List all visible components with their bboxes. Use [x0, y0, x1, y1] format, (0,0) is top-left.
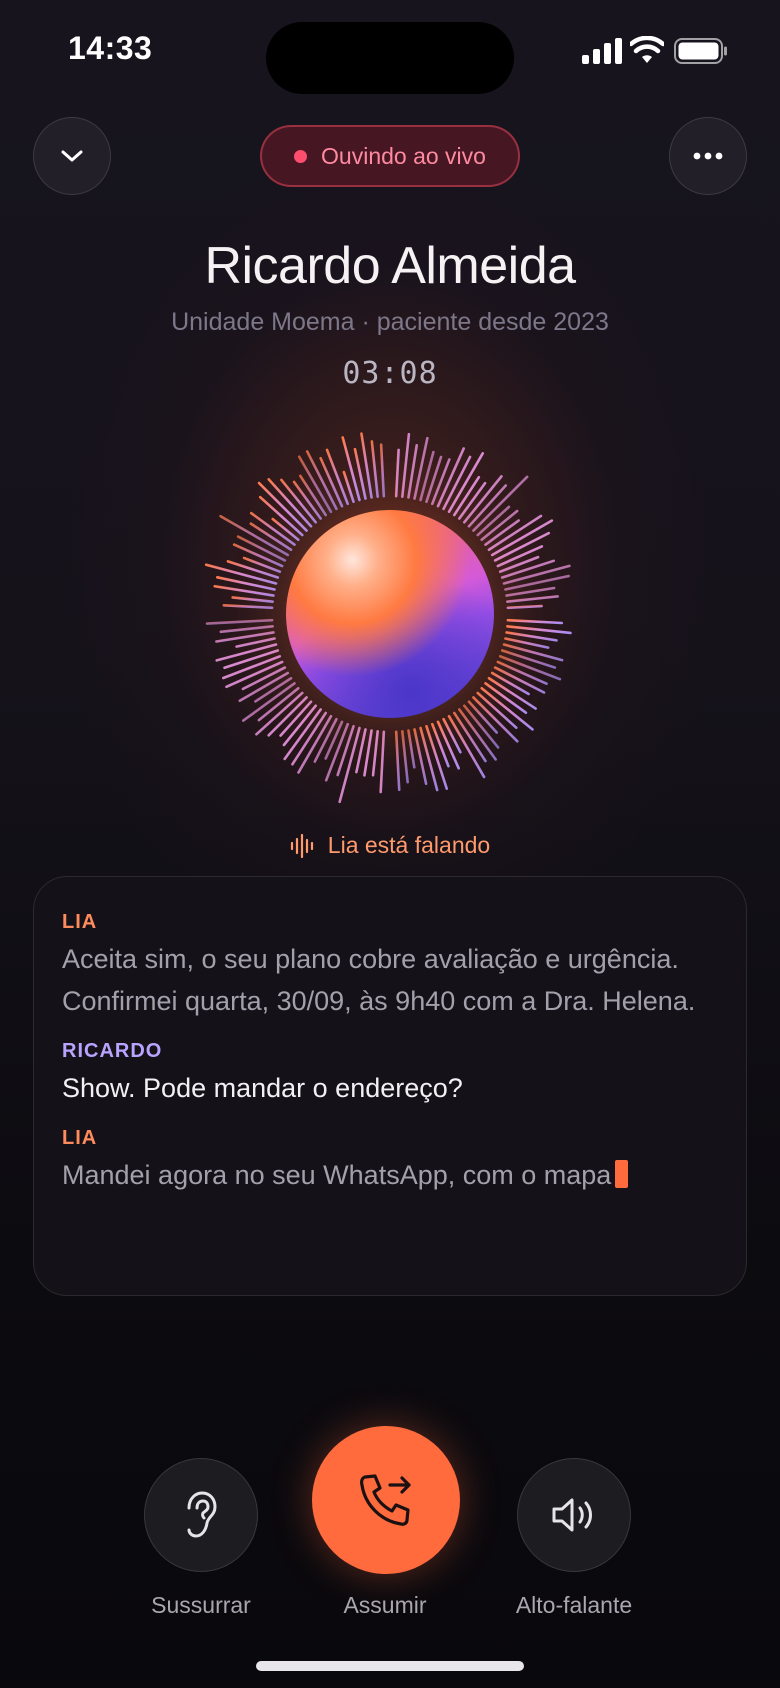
status-time: 14:33 [68, 30, 153, 66]
waveform-bar [506, 618, 564, 625]
waveform-bar [219, 625, 274, 634]
wifi-icon [630, 36, 664, 63]
transcript-message: Show. Pode mandar o endereço? [62, 1073, 463, 1103]
speaker-icon [552, 1498, 592, 1532]
waveform-bar [447, 452, 485, 514]
caller-name: Ricardo Almeida [204, 237, 576, 295]
waveform-bar [401, 730, 409, 784]
speaker-label: Alto-falante [515, 1592, 633, 1618]
waveform-bar [324, 720, 344, 760]
waveform-bar [506, 604, 543, 610]
waveform-bar [394, 448, 400, 498]
speaker-button[interactable] [517, 1458, 631, 1572]
speaking-label: Lia está falando [327, 832, 491, 858]
waveform-bar [283, 708, 322, 761]
waveform-bar [407, 729, 416, 769]
waveform-bar [506, 625, 572, 635]
waveform-bar [394, 730, 401, 792]
live-label: Ouvindo ao vivo [321, 142, 486, 169]
waveform-bar [379, 730, 386, 794]
waveform-bar [442, 717, 462, 754]
waveform-bar [502, 643, 564, 662]
phone-transfer-icon [360, 1474, 411, 1526]
more-options-button[interactable] [669, 117, 747, 195]
live-indicator-dot [294, 149, 308, 163]
waveform-bar [487, 514, 543, 552]
waveform-bar [430, 722, 450, 768]
battery-icon [674, 38, 727, 64]
takeover-button[interactable] [312, 1426, 460, 1574]
whisper-label: Sussurrar [151, 1592, 251, 1618]
home-indicator [256, 1661, 524, 1671]
waveform-bar [467, 484, 508, 528]
waveform-bar [379, 443, 386, 498]
waveform-bar [462, 475, 503, 524]
waveform-bar [255, 691, 304, 736]
caller-subtitle: Unidade Moema · paciente desde 2023 [171, 308, 609, 336]
waveform-bar [498, 555, 540, 574]
waveform-bar [504, 574, 571, 591]
voice-orb [286, 510, 494, 718]
waveform-bar [490, 519, 554, 557]
signal-icon [582, 38, 622, 64]
waveform-bar [267, 478, 313, 528]
minimize-button[interactable] [33, 117, 111, 195]
speaker-label: LIA [62, 1127, 98, 1149]
whisper-button[interactable] [144, 1458, 258, 1572]
waveform-bar [370, 440, 379, 498]
transcript-card: LIA Aceita sim, o seu plano cobre avalia… [33, 876, 747, 1296]
waveform-bar [425, 455, 443, 504]
waveform-bar [215, 643, 278, 662]
chevron-down-icon [61, 150, 83, 162]
audio-wave-icon [290, 833, 313, 858]
waveform-bar [458, 708, 497, 761]
waveform-bar [258, 495, 304, 537]
speaker-label: LIA [62, 911, 98, 933]
waveform-bar [336, 724, 355, 777]
waveform-bar [363, 729, 373, 777]
speaking-indicator: Lia está falando [0, 832, 780, 859]
waveform-bar [297, 714, 333, 774]
call-timer: 03:08 [342, 356, 438, 391]
waveform-bar [231, 596, 274, 603]
waveform-bar [222, 603, 274, 610]
waveform-bar [472, 475, 529, 532]
waveform-bar [472, 696, 519, 743]
takeover-label: Assumir [343, 1592, 427, 1618]
waveform-bar [401, 432, 411, 498]
live-status-pill: Ouvindo ao vivo [260, 125, 520, 187]
waveform-bar [205, 618, 274, 625]
transcript-message: Aceita sim, o seu plano cobre avaliação … [62, 944, 696, 1016]
typing-cursor [615, 1160, 629, 1188]
ear-icon [187, 1491, 217, 1538]
waveform-bar [241, 682, 296, 722]
transcript-message-text: Mandei agora no seu WhatsApp, com o mapa [62, 1160, 612, 1190]
waveform-bar [506, 595, 559, 603]
speaker-label: RICARDO [62, 1040, 163, 1062]
transcript-message-live: Mandei agora no seu WhatsApp, com o mapa [62, 1154, 718, 1196]
waveform-bar [371, 730, 379, 777]
waveform-bar [505, 586, 556, 597]
dynamic-island [266, 22, 514, 94]
more-dots-icon [693, 152, 723, 160]
